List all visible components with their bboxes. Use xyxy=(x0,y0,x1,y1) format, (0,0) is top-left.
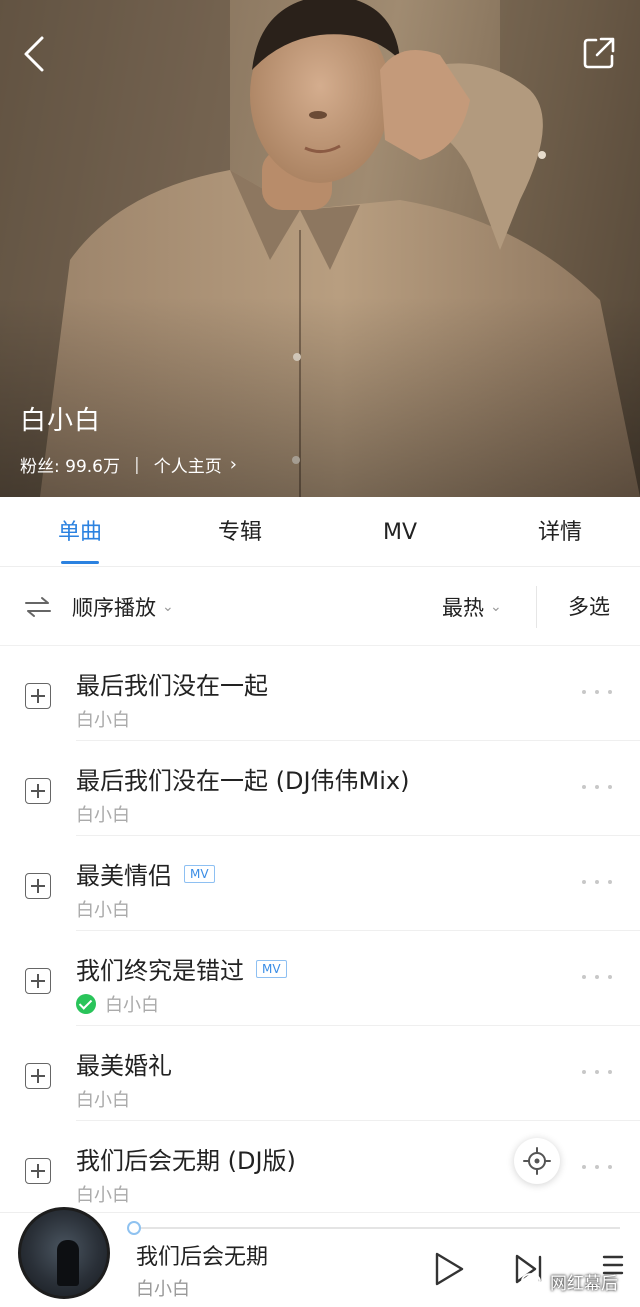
song-artist: 白小白 xyxy=(76,991,159,1017)
now-playing-title: 我们后会无期 xyxy=(136,1245,269,1270)
tab-mv[interactable]: MV xyxy=(320,497,480,566)
sort-label[interactable]: 最热 xyxy=(442,592,484,622)
fans-count: 粉丝: 99.6万 xyxy=(20,457,120,477)
mv-badge[interactable]: MV xyxy=(256,959,287,978)
add-to-playlist-icon[interactable] xyxy=(25,968,51,994)
song-row[interactable]: 最后我们没在一起 白小白 xyxy=(0,646,640,741)
more-options-icon[interactable] xyxy=(582,785,612,791)
multi-select-button[interactable]: 多选 xyxy=(568,568,610,646)
play-order-button[interactable]: 顺序播放 xyxy=(72,592,156,622)
more-options-icon[interactable] xyxy=(582,880,612,886)
song-list: 最后我们没在一起 白小白 最后我们没在一起 (DJ伟伟Mix) 白小白 最美情侣… xyxy=(0,646,640,1216)
add-to-playlist-icon[interactable] xyxy=(25,1063,51,1089)
song-row[interactable]: 最美情侣 MV 白小白 xyxy=(0,836,640,931)
tab-singles[interactable]: 单曲 xyxy=(0,497,160,566)
song-artist: 白小白 xyxy=(76,900,130,921)
wechat-icon xyxy=(521,1272,541,1291)
album-cover[interactable] xyxy=(18,1207,110,1299)
locate-current-song-button[interactable] xyxy=(514,1138,560,1184)
song-artist: 白小白 xyxy=(76,1090,130,1111)
song-row[interactable]: 最后我们没在一起 (DJ伟伟Mix) 白小白 xyxy=(0,741,640,836)
mini-player[interactable]: 我们后会无期 白小白 网红幕后 xyxy=(0,1207,640,1307)
song-title: 最后我们没在一起 (DJ伟伟Mix) xyxy=(76,767,410,795)
list-toolbar: 顺序播放 ⌄ 最热 ⌄ 多选 xyxy=(0,568,640,646)
song-title: 最后我们没在一起 xyxy=(76,672,268,700)
song-row[interactable]: 最美婚礼 白小白 xyxy=(0,1026,640,1121)
add-to-playlist-icon[interactable] xyxy=(25,778,51,804)
sequential-play-icon[interactable] xyxy=(24,596,52,618)
song-artist: 白小白 xyxy=(76,710,130,731)
homepage-link[interactable]: 个人主页 xyxy=(154,452,222,477)
song-title: 最美情侣 MV xyxy=(76,856,215,891)
artist-meta: 粉丝: 99.6万 | 个人主页 › xyxy=(20,452,237,477)
progress-knob[interactable] xyxy=(127,1221,141,1235)
song-artist: 白小白 xyxy=(76,805,130,826)
chevron-right-icon[interactable]: › xyxy=(230,454,237,475)
tab-details[interactable]: 详情 xyxy=(480,497,640,566)
add-to-playlist-icon[interactable] xyxy=(25,873,51,899)
more-options-icon[interactable] xyxy=(582,975,612,981)
downloaded-check-icon xyxy=(76,994,96,1014)
now-playing-artist: 白小白 xyxy=(136,1279,190,1300)
song-artist: 白小白 xyxy=(76,1185,130,1206)
more-options-icon[interactable] xyxy=(582,1165,612,1171)
meta-separator: | xyxy=(133,454,140,475)
more-options-icon[interactable] xyxy=(582,690,612,696)
sort-dropdown[interactable]: 最热 ⌄ xyxy=(442,568,502,646)
song-title: 我们终究是错过 MV xyxy=(76,951,287,986)
song-title: 最美婚礼 xyxy=(76,1052,172,1080)
song-row[interactable]: 我们终究是错过 MV 白小白 xyxy=(0,931,640,1026)
song-title: 我们后会无期 (DJ版) xyxy=(76,1147,296,1175)
chevron-down-icon[interactable]: ⌄ xyxy=(490,599,502,615)
chevron-left-icon[interactable] xyxy=(18,34,52,74)
artist-name: 白小白 xyxy=(20,406,102,436)
artist-hero: 白小白 粉丝: 99.6万 | 个人主页 › xyxy=(0,0,640,497)
watermark: 网红幕后 xyxy=(520,1269,618,1294)
tab-bar: 单曲 专辑 MV 详情 xyxy=(0,497,640,567)
add-to-playlist-icon[interactable] xyxy=(25,1158,51,1184)
share-icon[interactable] xyxy=(582,36,616,70)
play-icon[interactable] xyxy=(432,1251,466,1287)
more-options-icon[interactable] xyxy=(582,1070,612,1076)
add-to-playlist-icon[interactable] xyxy=(25,683,51,709)
crosshair-icon xyxy=(523,1147,551,1175)
chevron-down-icon[interactable]: ⌄ xyxy=(162,599,174,615)
progress-bar[interactable] xyxy=(134,1227,620,1229)
tab-albums[interactable]: 专辑 xyxy=(160,497,320,566)
mv-badge[interactable]: MV xyxy=(184,864,215,883)
toolbar-divider xyxy=(536,586,537,628)
